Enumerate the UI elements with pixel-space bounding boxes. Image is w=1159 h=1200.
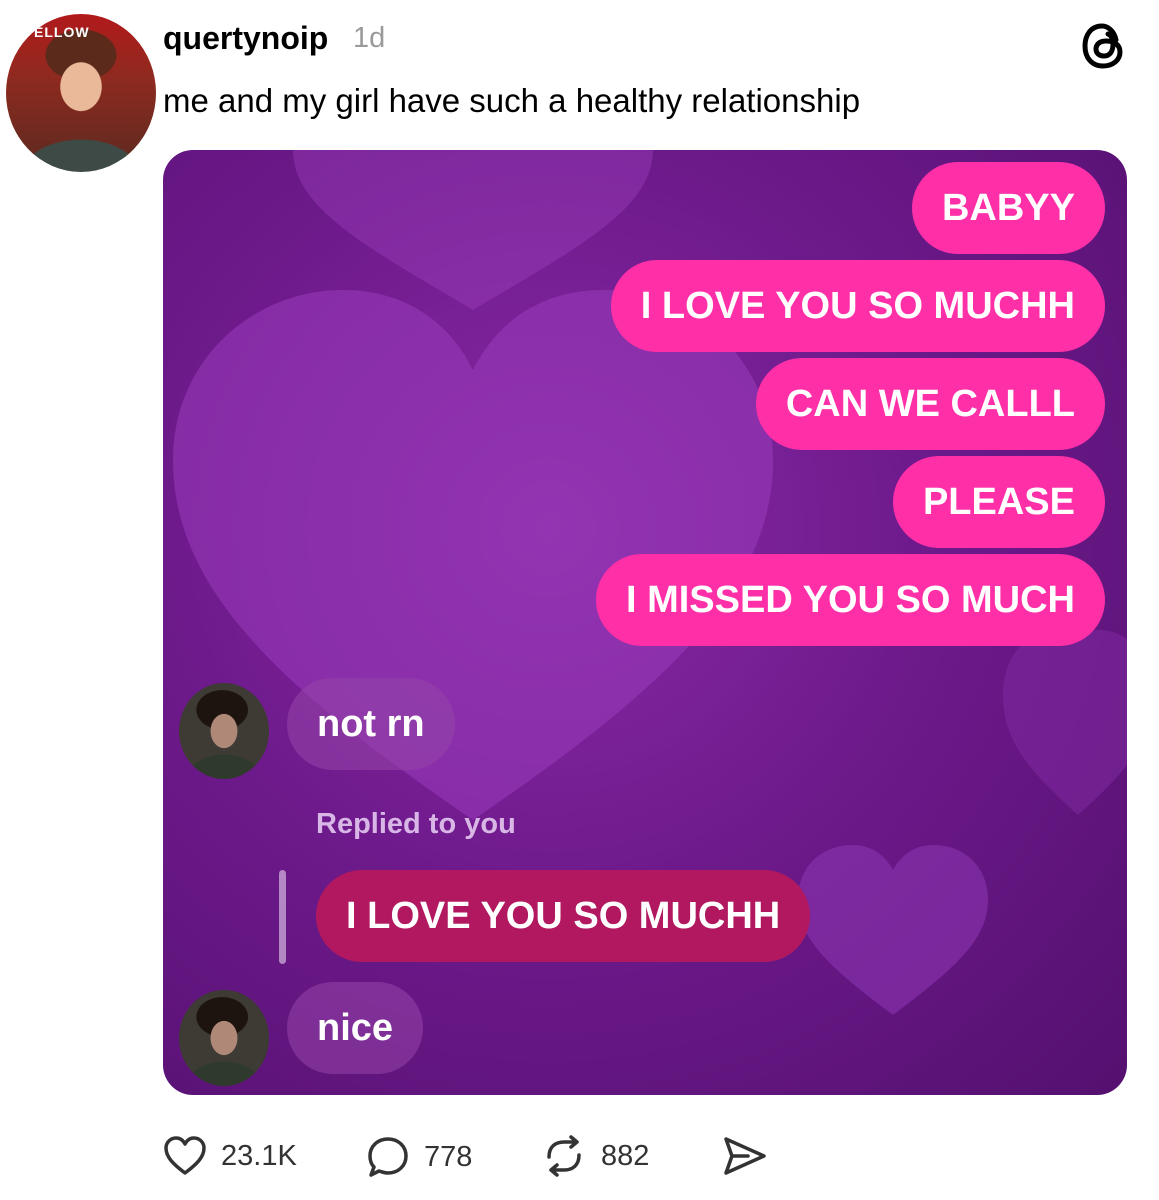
- sent-message: I LOVE YOU SO MUCHH: [610, 260, 1105, 352]
- sent-message: BABYY: [911, 162, 1105, 254]
- repost-arrows-icon: [547, 1135, 581, 1177]
- post-caption: me and my girl have such a healthy relat…: [163, 82, 861, 119]
- like-button[interactable]: 23.1K: [163, 1135, 297, 1177]
- post-timestamp: 1d: [353, 22, 386, 54]
- sent-message: CAN WE CALLL: [755, 358, 1105, 450]
- share-button[interactable]: [722, 1135, 768, 1177]
- speech-bubble-icon: [368, 1137, 408, 1177]
- like-count: 23.1K: [221, 1139, 297, 1172]
- sent-message: PLEASE: [892, 456, 1105, 548]
- reply-indicator-bar: [279, 870, 286, 964]
- send-arrow-icon: [724, 1137, 766, 1175]
- post-actions: 23.1K 778 882: [0, 1135, 1159, 1185]
- chat-contact-avatar: [179, 683, 269, 779]
- background-heart: [293, 150, 653, 310]
- reply-button[interactable]: 778: [366, 1135, 472, 1179]
- repost-count: 882: [601, 1139, 650, 1172]
- profile-avatar[interactable]: ELLOW: [6, 14, 156, 172]
- received-message: nice: [287, 982, 424, 1074]
- received-message: not rn: [287, 678, 455, 770]
- heart-outline-icon: [164, 1136, 206, 1175]
- background-heart: [1003, 630, 1127, 815]
- username[interactable]: quertynoip: [163, 20, 328, 57]
- threads-logo-icon[interactable]: [1080, 20, 1128, 72]
- quoted-message: I LOVE YOU SO MUCHH: [316, 870, 811, 962]
- repost-button[interactable]: 882: [541, 1135, 649, 1177]
- avatar-sign-text: ELLOW: [34, 24, 90, 40]
- background-heart: [798, 845, 988, 1015]
- sent-message: I MISSED YOU SO MUCH: [595, 554, 1105, 646]
- chat-contact-avatar: [179, 990, 269, 1086]
- reply-label: Replied to you: [316, 808, 516, 840]
- reply-count: 778: [424, 1140, 473, 1173]
- post-image[interactable]: BABYY I LOVE YOU SO MUCHH CAN WE CALLL P…: [163, 150, 1127, 1095]
